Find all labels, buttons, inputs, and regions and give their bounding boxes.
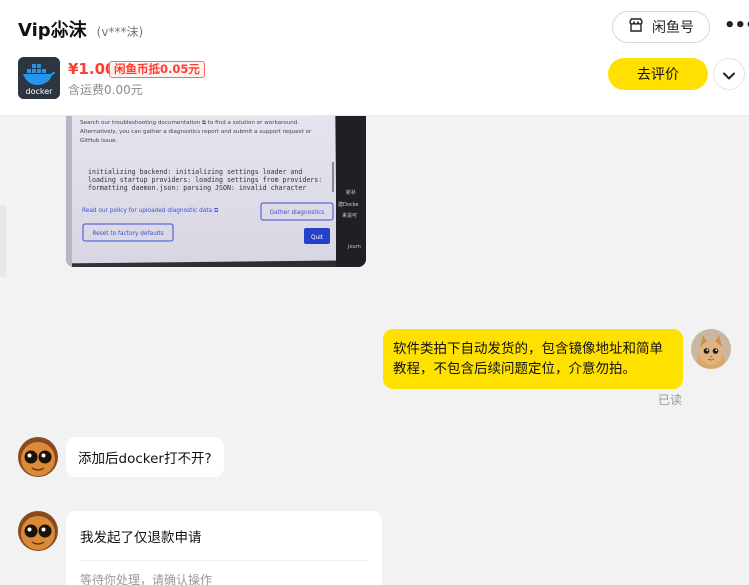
seller-avatar[interactable]: [18, 511, 58, 551]
seller-title: Vip尛沫 (v***沫): [18, 16, 143, 42]
photo-side-text1: 新补: [346, 189, 356, 196]
photo-text-line2: Alternatively, you can gather a diagnost…: [80, 129, 312, 135]
seller-name[interactable]: Vip尛沫: [18, 16, 87, 42]
read-status: 已读: [658, 393, 683, 407]
photo-gather-button: Gather diagnostics: [270, 210, 325, 216]
seller-id: (v***沫): [96, 25, 144, 39]
xianyu-button-label: 闲鱼号: [652, 20, 694, 36]
refund-card-subtitle: 等待你处理，请确认操作: [80, 573, 213, 585]
photo-text-line1: Search our troubleshooting documentation…: [80, 120, 299, 126]
photo-error-line1: initializing backend: initializing setti…: [88, 168, 302, 176]
shared-photo[interactable]: Search our troubleshooting documentation…: [66, 116, 366, 267]
chat-header: Vip尛沫 (v***沫) 闲鱼号 ••• docker ¥1.00 闲鱼币抵0…: [0, 0, 749, 116]
coin-discount-badge: 闲鱼币抵0.05元: [109, 61, 205, 78]
photo-error-line3: formatting daemon.json: parsing JSON: in…: [88, 184, 306, 192]
photo-quit-button: Quit: [311, 235, 324, 241]
xianyu-profile-button[interactable]: 闲鱼号: [612, 11, 710, 43]
photo-side-text3: 来说可: [342, 212, 357, 219]
shop-icon: [628, 17, 644, 37]
seller-avatar[interactable]: [18, 437, 58, 477]
photo-policy-link: Read our policy for uploaded diagnostic …: [82, 208, 218, 214]
review-button[interactable]: 去评价: [608, 58, 708, 90]
left-edge-shadow: [0, 205, 6, 277]
photo-reset-button: Reset to factory defaults: [92, 231, 163, 237]
product-thumb-label: docker: [26, 87, 54, 96]
message-bubble-incoming[interactable]: 添加后docker打不开?: [66, 437, 224, 477]
message-bubble-outgoing[interactable]: 软件类拍下自动发货的，包含镜像地址和简单教程，不包含后续问题定位，介意勿拍。: [383, 329, 683, 389]
shipping-fee: 含运费0.00元: [68, 83, 143, 97]
photo-side-text4: Journ: [347, 244, 361, 250]
refund-request-card[interactable]: 我发起了仅退款申请 等待你处理，请确认操作: [66, 511, 382, 585]
message-text: 添加后docker打不开?: [78, 451, 212, 467]
refund-card-title: 我发起了仅退款申请: [80, 530, 202, 546]
photo-side-text2: 建Docke: [338, 201, 358, 208]
chevron-down-icon: [723, 65, 735, 84]
photo-error-line2: loading startup providers: loading setti…: [88, 176, 322, 184]
photo-text-line3: GitHub issue.: [80, 138, 118, 144]
my-avatar[interactable]: [691, 329, 731, 369]
card-divider: [80, 560, 368, 561]
product-thumbnail[interactable]: docker: [18, 57, 60, 99]
collapse-button[interactable]: [713, 58, 745, 90]
more-dots-icon[interactable]: •••: [724, 16, 749, 36]
